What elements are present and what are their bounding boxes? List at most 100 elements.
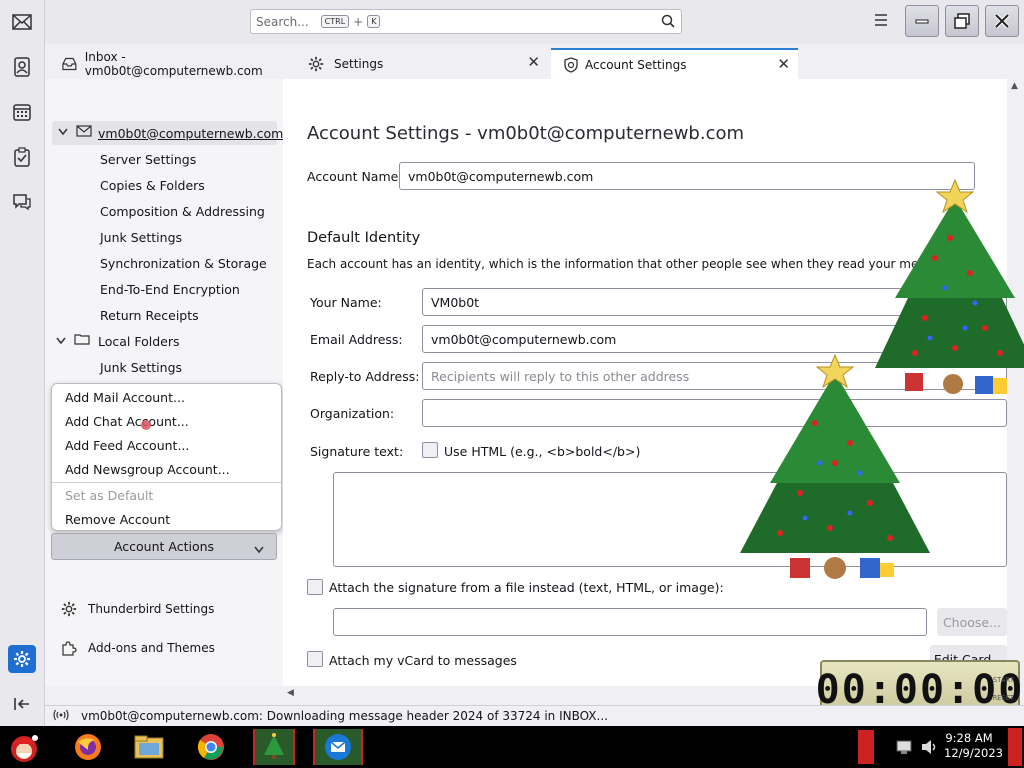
account-name-link: vm0b0t@computernewb.com xyxy=(98,125,284,141)
timer-reset-button[interactable]: RESET xyxy=(993,694,1014,702)
tree-item-junk-settings[interactable]: Junk Settings xyxy=(100,230,182,245)
volume-tray-icon[interactable] xyxy=(920,739,938,759)
address-book-icon[interactable] xyxy=(8,53,36,81)
chevron-down-icon xyxy=(56,334,66,349)
search-icon xyxy=(661,14,675,31)
search-input[interactable]: Search... CTRL + K xyxy=(250,9,682,34)
tree-item-composition-addressing[interactable]: Composition & Addressing xyxy=(100,204,265,219)
your-name-label: Your Name: xyxy=(310,295,382,310)
shortcut-key-ctrl: CTRL xyxy=(320,15,350,28)
tab-account-settings-label: Account Settings xyxy=(585,57,687,72)
close-icon xyxy=(994,13,1010,29)
addons-themes-link[interactable]: Add-ons and Themes xyxy=(61,640,215,656)
tree-item-local-junk-settings[interactable]: Junk Settings xyxy=(100,360,182,375)
account-mail-icon xyxy=(76,125,92,141)
tray-separator xyxy=(858,730,874,764)
christmas-app-taskbar-icon[interactable] xyxy=(253,729,295,765)
tab-settings-label: Settings xyxy=(334,56,384,71)
attach-signature-checkbox[interactable] xyxy=(307,579,323,595)
shortcut-key-k: K xyxy=(367,15,381,28)
scroll-left-arrow-icon[interactable]: ◀ xyxy=(287,688,294,698)
activity-icon xyxy=(53,709,69,724)
use-html-label: Use HTML (e.g., <b>bold</b>) xyxy=(444,444,641,459)
tree-item-copies-folders[interactable]: Copies & Folders xyxy=(100,178,205,193)
tree-item-e2e-encryption[interactable]: End-To-End Encryption xyxy=(100,282,240,297)
email-address-label: Email Address: xyxy=(310,332,403,347)
app-menu-icon[interactable] xyxy=(873,13,891,29)
menu-add-mail-account[interactable]: Add Mail Account... xyxy=(65,390,185,405)
tree-item-server-settings[interactable]: Server Settings xyxy=(100,152,196,167)
scroll-up-arrow-icon[interactable]: ▲ xyxy=(1011,81,1018,91)
settings-icon xyxy=(308,56,324,71)
thunderbird-taskbar-icon[interactable] xyxy=(313,729,363,765)
clock-date: 12/9/2023 xyxy=(944,746,1003,760)
timer-start-button[interactable]: START xyxy=(993,676,1014,684)
tray-clock[interactable]: 9:28 AM 12/9/2023 xyxy=(944,731,1003,761)
status-bar: vm0b0t@computernewb.com: Downloading mes… xyxy=(45,705,1024,726)
menu-add-newsgroup-account[interactable]: Add Newsgroup Account... xyxy=(65,462,230,477)
tree-item-return-receipts[interactable]: Return Receipts xyxy=(100,308,199,323)
chevron-down-icon xyxy=(254,542,264,557)
tab-inbox-label: Inbox - vm0b0t@computernewb.com xyxy=(84,49,263,78)
settings-gear-icon[interactable] xyxy=(8,645,36,673)
collapse-spaces-icon[interactable] xyxy=(8,690,36,718)
restore-button[interactable] xyxy=(945,5,979,37)
thunderbird-settings-label: Thunderbird Settings xyxy=(88,602,215,616)
tab-account-settings[interactable]: Account Settings ✕ xyxy=(551,48,798,79)
account-actions-menu: Add Mail Account... Add Chat Account... … xyxy=(51,383,282,531)
attach-signature-label: Attach the signature from a file instead… xyxy=(329,580,724,595)
tab-settings[interactable]: Settings ✕ xyxy=(296,48,548,79)
account-tree-item-selected[interactable]: vm0b0t@computernewb.com xyxy=(52,121,283,145)
puzzle-icon xyxy=(62,641,77,656)
firefox-taskbar-icon[interactable] xyxy=(70,729,106,765)
clock-time: 9:28 AM xyxy=(945,731,993,745)
menu-add-chat-account[interactable]: Add Chat Account... xyxy=(65,414,189,429)
tree-item-local-folders[interactable]: Local Folders xyxy=(56,330,180,352)
calendar-icon[interactable] xyxy=(8,98,36,126)
your-name-value: VM0b0t xyxy=(431,294,480,310)
shortcut-plus: + xyxy=(353,14,364,29)
inbox-icon xyxy=(62,57,77,70)
reply-to-placeholder: Recipients will reply to this other addr… xyxy=(431,368,690,384)
account-actions-label: Account Actions xyxy=(113,539,215,554)
close-tab-icon[interactable]: ✕ xyxy=(777,55,790,73)
mail-icon[interactable] xyxy=(8,8,36,36)
tasks-icon[interactable] xyxy=(8,143,36,171)
attach-vcard-checkbox[interactable] xyxy=(307,651,323,667)
menu-remove-account[interactable]: Remove Account xyxy=(65,512,170,527)
account-name-value: vm0b0t@computernewb.com xyxy=(408,168,594,184)
network-tray-icon[interactable] xyxy=(895,737,915,761)
close-window-button[interactable] xyxy=(985,5,1019,37)
page-title: Account Settings - vm0b0t@computernewb.c… xyxy=(307,123,745,144)
menu-add-feed-account[interactable]: Add Feed Account... xyxy=(65,438,189,453)
settings-icon xyxy=(61,601,77,617)
account-actions-button[interactable]: Account Actions xyxy=(51,533,277,560)
tree-item-sync-storage[interactable]: Synchronization & Storage xyxy=(100,256,267,271)
show-desktop-button[interactable] xyxy=(1008,728,1022,766)
tab-inbox[interactable]: Inbox - vm0b0t@computernewb.com xyxy=(50,48,290,79)
christmas-tree-decoration-icon xyxy=(740,353,930,579)
minimize-button[interactable] xyxy=(905,5,939,37)
default-identity-heading: Default Identity xyxy=(307,230,421,246)
cursor-icon xyxy=(139,418,153,436)
chat-icon[interactable] xyxy=(8,188,36,216)
chrome-taskbar-icon[interactable] xyxy=(193,729,229,765)
signature-text-label: Signature text: xyxy=(310,444,404,459)
thunderbird-settings-link[interactable]: Thunderbird Settings xyxy=(61,601,214,617)
email-address-value: vm0b0t@computernewb.com xyxy=(431,331,617,347)
choose-label: Choose... xyxy=(942,614,1002,630)
choose-button[interactable]: Choose... xyxy=(937,608,1007,636)
close-tab-icon[interactable]: ✕ xyxy=(527,53,540,71)
file-explorer-taskbar-icon[interactable] xyxy=(131,729,167,765)
search-placeholder: Search... xyxy=(256,14,309,29)
chevron-down-icon xyxy=(58,128,68,139)
reply-to-label: Reply-to Address: xyxy=(310,369,420,384)
signature-file-input[interactable] xyxy=(333,608,927,636)
start-button[interactable] xyxy=(6,729,42,765)
use-html-checkbox[interactable] xyxy=(422,442,438,458)
account-settings-icon xyxy=(564,56,578,73)
attach-vcard-label: Attach my vCard to messages xyxy=(329,653,517,668)
restore-icon xyxy=(954,13,970,29)
local-folders-label: Local Folders xyxy=(98,333,180,349)
minimize-icon xyxy=(915,19,929,24)
